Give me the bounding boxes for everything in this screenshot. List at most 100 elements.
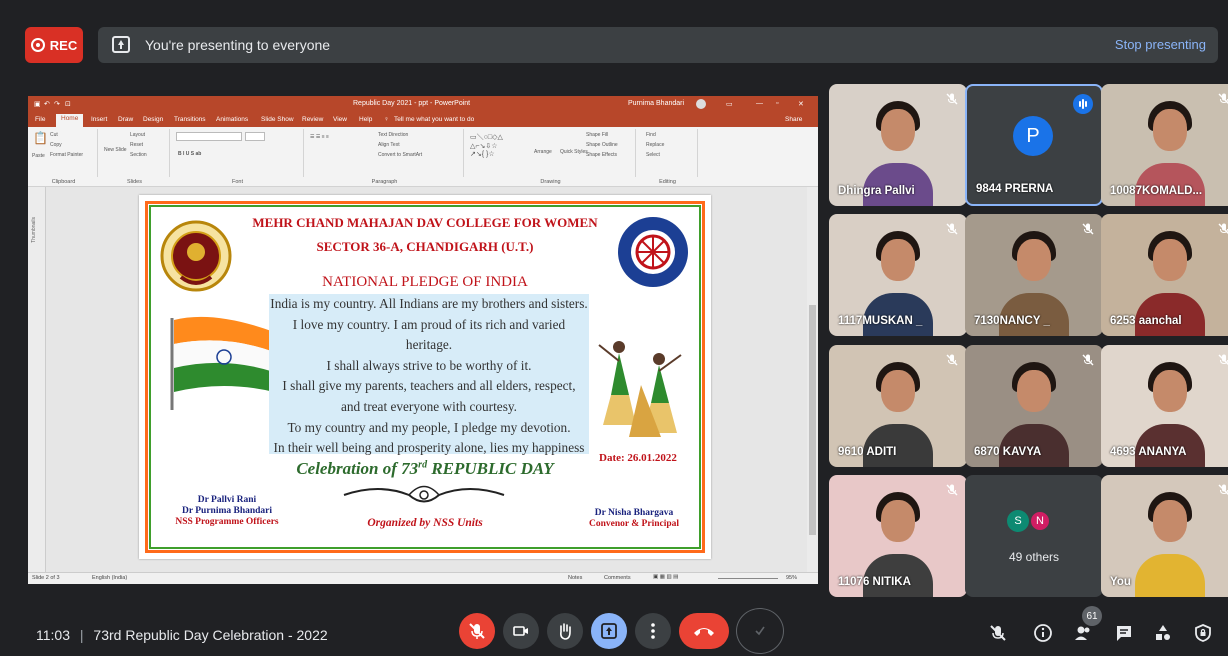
- font-format-icons[interactable]: B I U S ab: [178, 151, 201, 157]
- share-button[interactable]: Share: [785, 116, 802, 123]
- undo-icon[interactable]: ↶: [44, 100, 50, 108]
- list-icons[interactable]: ☰ ☰ ≡ ≡: [310, 134, 329, 140]
- mute-all-icon[interactable]: [988, 623, 1008, 648]
- layout-button[interactable]: Layout: [130, 132, 145, 138]
- mic-muted-icon: [945, 222, 959, 236]
- mic-muted-icon: [945, 92, 959, 106]
- find-button[interactable]: Find: [646, 132, 656, 138]
- recording-badge[interactable]: REC: [25, 27, 83, 63]
- ppt-user-name[interactable]: Purnima Bhandari: [628, 100, 684, 107]
- participant-tile[interactable]: 10087KOMALD...: [1101, 84, 1228, 206]
- tab-help[interactable]: Help: [359, 116, 372, 123]
- participant-tile[interactable]: 4693 ANANYA: [1101, 345, 1228, 467]
- redo-icon[interactable]: ↷: [54, 100, 60, 108]
- maximize-icon[interactable]: ▫: [776, 100, 778, 107]
- zoom-level[interactable]: 95%: [786, 575, 797, 581]
- shape-effects-button[interactable]: Shape Effects: [586, 152, 617, 158]
- participant-tile[interactable]: 11076 NITIKA: [829, 475, 967, 597]
- select-button[interactable]: Select: [646, 152, 660, 158]
- section-button[interactable]: Section: [130, 152, 147, 158]
- present-screen-icon: [112, 36, 130, 53]
- participant-tile[interactable]: You: [1101, 475, 1228, 597]
- reset-button[interactable]: Reset: [130, 142, 143, 148]
- participant-tile[interactable]: 9610 ADITI: [829, 345, 967, 467]
- participant-tile[interactable]: 6870 KAVYA: [965, 345, 1103, 467]
- new-slide-button[interactable]: New Slide: [104, 147, 127, 153]
- start-slideshow-icon[interactable]: ⊡: [65, 100, 71, 108]
- participant-tile[interactable]: P 9844 PRERNA: [965, 84, 1103, 206]
- view-buttons-icon[interactable]: ▣ ▦ ▥ ▤: [653, 574, 678, 580]
- font-name-box[interactable]: [176, 132, 242, 141]
- font-size-box[interactable]: [245, 132, 265, 141]
- shape-outline-button[interactable]: Shape Outline: [586, 142, 618, 148]
- others-tile[interactable]: S N 49 others: [965, 475, 1103, 597]
- leave-call-button[interactable]: [679, 613, 729, 649]
- shapes-gallery[interactable]: ▭＼○□◇△ △⌐↘⇩☆ ↗↘{ }☆: [470, 132, 503, 158]
- arrange-button[interactable]: Arrange: [534, 149, 552, 155]
- ribbon-display-icon[interactable]: ▭: [726, 100, 733, 108]
- paste-icon[interactable]: 📋: [33, 131, 48, 145]
- pledge-line: and treat everyone with courtesy.: [341, 398, 517, 414]
- tab-transitions[interactable]: Transitions: [174, 116, 206, 123]
- participant-tile[interactable]: 1117MUSKAN _: [829, 214, 967, 336]
- language-status[interactable]: English (India): [92, 575, 127, 581]
- group-label: Drawing: [540, 179, 561, 185]
- tab-home[interactable]: Home: [56, 114, 84, 127]
- present-button[interactable]: [591, 613, 627, 649]
- dancers-illustration: [598, 341, 682, 437]
- participant-tile[interactable]: Dhingra Pallvi: [829, 84, 967, 206]
- tab-insert[interactable]: Insert: [91, 116, 107, 123]
- scroll-thumb[interactable]: [809, 305, 816, 535]
- people-icon[interactable]: [1073, 623, 1093, 648]
- tab-animations[interactable]: Animations: [216, 116, 248, 123]
- copy-button[interactable]: Copy: [50, 142, 62, 148]
- chat-icon[interactable]: [1114, 623, 1134, 648]
- host-controls-icon[interactable]: [1193, 623, 1213, 648]
- mic-off-button[interactable]: [459, 613, 495, 649]
- shared-screen: ▣ ↶ ↷ ⊡ Republic Day 2021 - ppt - PowerP…: [28, 96, 818, 584]
- format-painter-button[interactable]: Format Painter: [50, 152, 83, 158]
- align-text-button[interactable]: Align Text: [378, 142, 400, 148]
- participant-tile[interactable]: 7130NANCY _: [965, 214, 1103, 336]
- smartart-button[interactable]: Convert to SmartArt: [378, 152, 422, 158]
- comments-button[interactable]: Comments: [604, 575, 631, 581]
- speaking-indicator-icon: [1073, 94, 1093, 114]
- participant-tile[interactable]: 6253 aanchal: [1101, 214, 1228, 336]
- tab-view[interactable]: View: [333, 116, 347, 123]
- tab-review[interactable]: Review: [302, 116, 323, 123]
- ppt-ribbon-tabs: File Home Insert Draw Design Transitions…: [28, 113, 818, 127]
- tab-slideshow[interactable]: Slide Show: [261, 116, 294, 123]
- stop-presenting-button[interactable]: Stop presenting: [1115, 37, 1206, 52]
- minimize-icon[interactable]: —: [756, 100, 763, 107]
- more-options-button[interactable]: [635, 613, 671, 649]
- save-icon[interactable]: ▣: [34, 100, 41, 108]
- present-icon: [601, 623, 617, 639]
- group-label: Clipboard: [51, 179, 76, 185]
- activities-icon[interactable]: [1153, 623, 1173, 648]
- pledge-line: In their well being and prosperity alone…: [273, 440, 585, 456]
- close-icon[interactable]: ✕: [798, 100, 804, 108]
- top-bar: REC You're presenting to everyone Stop p…: [18, 23, 1218, 68]
- thumbnails-pane[interactable]: Thumbnails: [28, 187, 46, 572]
- tab-file[interactable]: File: [35, 116, 45, 123]
- quick-styles-button[interactable]: Quick Styles: [560, 149, 588, 155]
- tell-me-search[interactable]: Tell me what you want to do: [394, 116, 474, 123]
- others-avatar: S: [1007, 510, 1029, 532]
- activity-check-button[interactable]: [736, 608, 784, 654]
- paste-button[interactable]: Paste: [32, 153, 45, 159]
- tab-design[interactable]: Design: [143, 116, 163, 123]
- replace-button[interactable]: Replace: [646, 142, 664, 148]
- video-face: [1017, 239, 1051, 282]
- raise-hand-button[interactable]: [547, 613, 583, 649]
- user-avatar[interactable]: [696, 99, 706, 109]
- tab-draw[interactable]: Draw: [118, 116, 133, 123]
- cut-button[interactable]: Cut: [50, 132, 58, 138]
- shape-fill-button[interactable]: Shape Fill: [586, 132, 608, 138]
- slide-scrollbar[interactable]: [807, 187, 818, 572]
- slide-canvas[interactable]: MEHR CHAND MAHAJAN DAV COLLEGE FOR WOMEN…: [139, 195, 711, 559]
- text-direction-button[interactable]: Text Direction: [378, 132, 408, 138]
- info-icon[interactable]: [1033, 623, 1053, 648]
- notes-button[interactable]: Notes: [568, 575, 582, 581]
- camera-button[interactable]: [503, 613, 539, 649]
- zoom-slider[interactable]: [718, 578, 778, 579]
